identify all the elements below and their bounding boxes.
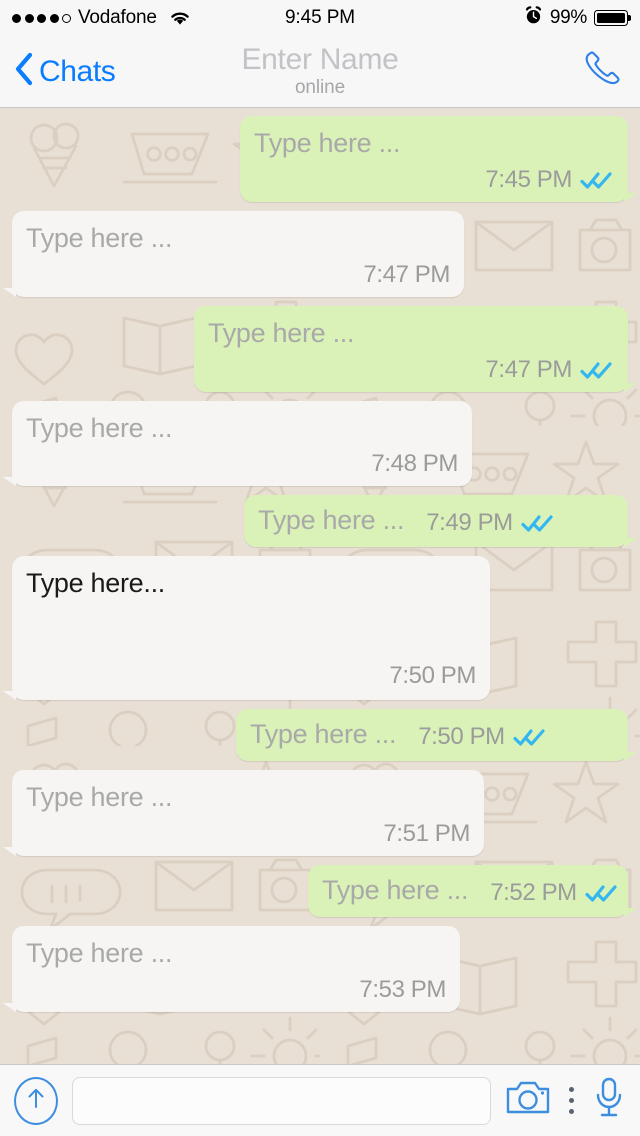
- double-check-icon: [513, 727, 547, 747]
- clock-label: 9:45 PM: [284, 7, 356, 28]
- outgoing-message-bubble[interactable]: Type here ... 7:50 PM: [236, 709, 637, 762]
- camera-button[interactable]: [505, 1079, 551, 1122]
- message-text: Type here...: [26, 568, 165, 599]
- back-button-label: Chats: [39, 54, 116, 88]
- incoming-message-bubble[interactable]: Type here ... 7:48 PM: [3, 400, 472, 487]
- message-row: Type here ... 7:45 PM: [0, 116, 640, 202]
- message-row: Type here ... 7:47 PM: [0, 210, 640, 297]
- double-check-icon: [580, 170, 614, 190]
- outgoing-message-bubble[interactable]: Type here ... 7:47 PM: [194, 305, 637, 392]
- double-check-icon: [585, 883, 619, 903]
- message-input[interactable]: [72, 1076, 491, 1125]
- overflow-menu-button[interactable]: [565, 1087, 578, 1114]
- double-check-icon: [521, 513, 555, 533]
- message-meta: 7:51 PM: [26, 820, 470, 848]
- signal-dot: [49, 13, 59, 23]
- message-meta: 7:50 PM: [418, 723, 547, 751]
- alarm-clock-icon: [524, 5, 543, 31]
- message-timestamp: 7:47 PM: [485, 355, 572, 383]
- message-meta: 7:52 PM: [490, 879, 619, 907]
- message-timestamp: 7:49 PM: [426, 509, 513, 537]
- double-check-icon: [580, 360, 614, 380]
- status-bar-right: 99%: [524, 5, 628, 31]
- signal-dot: [37, 13, 46, 23]
- outgoing-message-bubble[interactable]: Type here ... 7:49 PM: [244, 495, 637, 548]
- call-button[interactable]: [574, 43, 626, 100]
- signal-dot: [12, 13, 21, 23]
- message-row: Type here ... 7:47 PM: [0, 305, 640, 392]
- message-row: Type here ... 7:51 PM: [0, 770, 640, 856]
- contact-status: online: [294, 76, 346, 98]
- phone-call-icon: [574, 43, 626, 100]
- message-text: Type here ...: [258, 505, 405, 536]
- message-meta: 7:49 PM: [426, 509, 555, 537]
- signal-dot-empty: [62, 13, 71, 23]
- message-meta: 7:47 PM: [208, 356, 614, 384]
- status-bar-left: Vodafone: [12, 7, 192, 29]
- incoming-message-bubble[interactable]: Type here ... 7:51 PM: [3, 770, 484, 856]
- chevron-left-icon: [14, 52, 34, 91]
- message-timestamp: 7:53 PM: [359, 975, 446, 1003]
- message-meta: 7:48 PM: [26, 450, 458, 478]
- message-timestamp: 7:50 PM: [418, 723, 505, 751]
- battery-full-icon: [594, 10, 628, 26]
- message-timestamp: 7:50 PM: [389, 662, 476, 690]
- back-to-chats-button[interactable]: Chats: [14, 52, 116, 91]
- message-text: Type here ...: [250, 719, 397, 750]
- kebab-menu-icon: [569, 1109, 574, 1114]
- message-text: Type here ...: [26, 937, 173, 968]
- message-timestamp: 7:48 PM: [371, 450, 458, 478]
- message-meta: 7:47 PM: [26, 261, 450, 289]
- message-timestamp: 7:45 PM: [485, 165, 572, 193]
- battery-percent-label: 99%: [549, 7, 587, 28]
- incoming-message-bubble[interactable]: Type here ... 7:47 PM: [3, 210, 464, 297]
- message-text: Type here ...: [322, 874, 469, 905]
- nav-bar: Chats Enter Name online: [0, 36, 640, 108]
- status-bar: Vodafone 9:45 PM 99%: [0, 0, 640, 36]
- message-row: Type here... 7:50 PM: [0, 556, 640, 701]
- kebab-menu-icon: [569, 1098, 574, 1103]
- microphone-button[interactable]: [592, 1076, 626, 1125]
- message-row: Type here ... 7:49 PM: [0, 495, 640, 548]
- outgoing-message-bubble[interactable]: Type here ... 7:45 PM: [240, 116, 637, 202]
- message-timestamp: 7:47 PM: [363, 260, 450, 288]
- message-meta: 7:50 PM: [26, 662, 476, 690]
- camera-icon: [505, 1079, 551, 1122]
- message-list: Type here ... 7:45 PM Type here ... 7:47 PM…: [0, 108, 640, 1064]
- arrow-up-circle-icon: [24, 1085, 48, 1116]
- message-meta: 7:53 PM: [26, 976, 446, 1004]
- contact-name: Enter Name: [241, 43, 399, 77]
- message-text: Type here ...: [254, 128, 401, 158]
- message-row: Type here ... 7:50 PM: [0, 709, 640, 762]
- incoming-message-bubble[interactable]: Type here... 7:50 PM: [3, 556, 490, 701]
- message-meta: 7:45 PM: [254, 166, 614, 194]
- signal-strength-icon: [12, 13, 71, 23]
- microphone-icon: [592, 1076, 626, 1125]
- chat-area: Type here ... 7:45 PM Type here ... 7:47 PM…: [0, 108, 640, 1064]
- message-text: Type here ...: [26, 222, 173, 253]
- carrier-label: Vodafone: [78, 7, 157, 28]
- send-button[interactable]: [14, 1076, 58, 1125]
- incoming-message-bubble[interactable]: Type here ... 7:53 PM: [3, 925, 460, 1012]
- message-row: Type here ... 7:53 PM: [0, 925, 640, 1012]
- message-text: Type here ...: [26, 412, 173, 443]
- message-text: Type here ...: [26, 782, 173, 813]
- message-row: Type here ... 7:48 PM: [0, 400, 640, 487]
- message-row: Type here ... 7:52 PM: [0, 864, 640, 917]
- message-timestamp: 7:52 PM: [490, 878, 577, 906]
- message-timestamp: 7:51 PM: [383, 819, 470, 847]
- signal-dot: [24, 13, 34, 23]
- wifi-icon: [168, 9, 192, 27]
- kebab-menu-icon: [569, 1087, 574, 1092]
- message-input-bar: [0, 1064, 640, 1136]
- message-text: Type here ...: [208, 317, 355, 348]
- outgoing-message-bubble[interactable]: Type here ... 7:52 PM: [308, 864, 637, 917]
